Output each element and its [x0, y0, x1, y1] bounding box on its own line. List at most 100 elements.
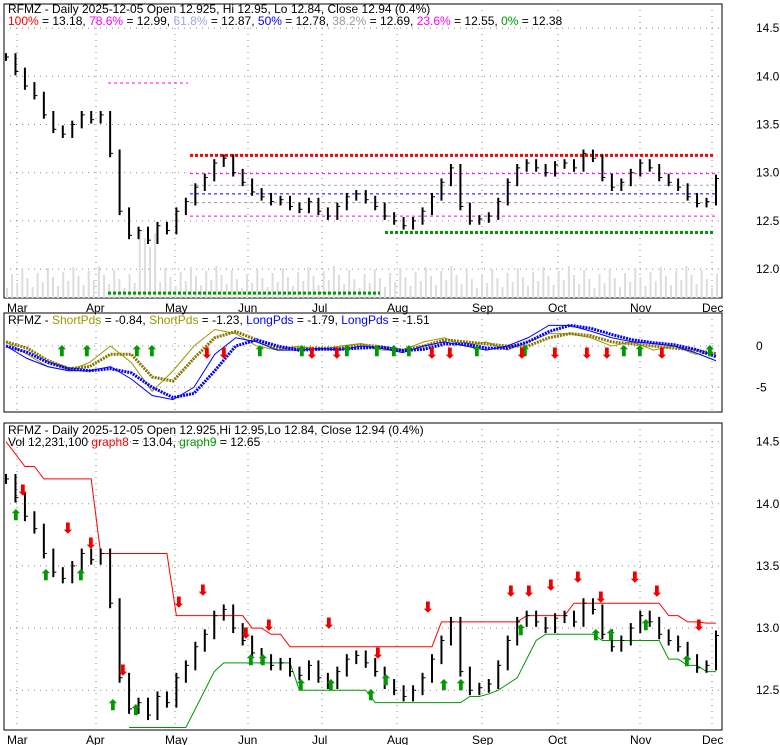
volume-bar [567, 266, 570, 298]
sell-arrow-icon: ⬇ [17, 482, 29, 498]
volume-bar [286, 277, 289, 298]
fib-legend-label: 23.6% [417, 14, 454, 28]
volume-bar [51, 277, 54, 298]
volume-bar [108, 284, 111, 298]
buy-arrow-icon: ⬆ [618, 343, 630, 359]
buy-arrow-icon: ⬆ [130, 702, 142, 718]
volume-bar [700, 270, 703, 298]
x-tick-label: Oct [548, 733, 567, 745]
legend-value: = -0.84, [105, 313, 149, 327]
y-tick-label: 12.0 [756, 262, 780, 276]
volume-bar [516, 268, 519, 298]
volume-bar [547, 276, 550, 298]
sell-arrow-icon: ⬇ [117, 662, 129, 678]
fib-legend: 100% = 13.18, 78.6% = 12.99, 61.8% = 12.… [8, 14, 562, 28]
volume-bar [685, 266, 688, 298]
volume-bar [460, 284, 463, 298]
volume-bar [149, 247, 152, 298]
legend-value: = -1.79, [297, 313, 341, 327]
volume-bar [527, 286, 530, 298]
volume-bar [537, 281, 540, 298]
y-tick-label: 13.0 [756, 166, 780, 180]
volume-bar [57, 286, 60, 298]
fib-legend-label: 100% [8, 14, 42, 28]
volume-bar [572, 275, 575, 298]
volume-bar [230, 270, 233, 298]
legend-label: graph9 [179, 435, 220, 449]
sell-arrow-icon: ⬇ [240, 625, 252, 641]
legend-value: = 12.65 [220, 435, 261, 449]
buy-arrow-icon: ⬆ [75, 567, 87, 583]
volume-bar [654, 281, 657, 298]
volume-bar [501, 287, 504, 298]
fib-legend-value: = 12.55, [454, 14, 501, 28]
volume-bar [521, 277, 524, 298]
x-tick-label: Nov [630, 301, 651, 315]
sell-arrow-icon: ⬇ [201, 345, 213, 361]
sell-arrow-icon: ⬇ [173, 594, 185, 610]
x-tick-label: Jul [312, 733, 327, 745]
y-tick-label: 14.0 [756, 69, 780, 83]
volume-bar [16, 283, 19, 298]
volume-bar [486, 283, 489, 298]
sell-arrow-icon: ⬇ [197, 582, 209, 598]
x-tick-label: Mar [7, 733, 28, 745]
volume-bar [552, 285, 555, 298]
volume-bar [629, 282, 632, 298]
fib-legend-label: 78.6% [89, 14, 126, 28]
volume-bar [143, 238, 146, 298]
volume-bar [327, 280, 330, 298]
y-tick-label: 13.5 [756, 559, 780, 573]
buy-arrow-icon: ⬆ [254, 343, 266, 359]
volume-bar [429, 276, 432, 298]
volume-bar [624, 273, 627, 298]
volume-bar [251, 283, 254, 298]
volume-bar [353, 279, 356, 298]
panel2-legend: RFMZ - ShortPds = -0.84, ShortPds = -1.2… [8, 313, 430, 327]
panel-frame-1 [3, 312, 723, 413]
buy-arrow-icon: ⬆ [380, 672, 392, 688]
legend-value: = -1.51 [392, 313, 430, 327]
volume-bar [659, 267, 662, 298]
y-tick-label: -5 [756, 380, 767, 394]
volume-bar [404, 277, 407, 298]
x-tick-label: May [165, 733, 188, 745]
x-tick-label: Sep [472, 733, 494, 745]
volume-bar [445, 280, 448, 298]
volume-bar [210, 280, 213, 298]
sell-arrow-icon: ⬇ [651, 583, 663, 599]
fib-legend-label: 50% [258, 14, 285, 28]
sell-arrow-icon: ⬇ [629, 569, 641, 585]
x-tick-label: Dec [702, 301, 723, 315]
volume-bar [394, 282, 397, 298]
sell-arrow-icon: ⬇ [549, 345, 561, 361]
legend-label: graph8 [91, 435, 132, 449]
volume-bar [92, 280, 95, 298]
buy-arrow-icon: ⬆ [704, 343, 716, 359]
sell-arrow-icon: ⬇ [62, 520, 74, 536]
sell-arrow-icon: ⬇ [422, 599, 434, 615]
buy-arrow-icon: ⬆ [640, 617, 652, 633]
volume-bar [613, 278, 616, 298]
fib-legend-label: 61.8% [173, 14, 210, 28]
y-tick-label: 13.0 [756, 621, 780, 635]
x-tick-label: Jun [238, 733, 257, 745]
volume-bar [634, 268, 637, 298]
volume-bar [455, 275, 458, 298]
volume-bar [154, 233, 157, 298]
chart-canvas: 14.5 14.0 13.5 13.0 12.5 12.0 0 -5 14.5 14.0 13.5 1… [3, 2, 780, 745]
volume-bar [276, 282, 279, 298]
sell-arrow-icon: ⬇ [595, 589, 607, 605]
fib-legend-value: = 12.78, [285, 14, 332, 28]
sell-arrow-icon: ⬇ [545, 577, 557, 593]
volume-bar [664, 276, 667, 298]
volume-bar [184, 281, 187, 298]
volume-bar [409, 286, 412, 298]
buy-arrow-icon: ⬆ [590, 627, 602, 643]
volume-bar [200, 285, 203, 298]
buy-arrow-icon: ⬆ [10, 507, 22, 523]
buy-arrow-icon: ⬆ [605, 627, 617, 643]
volume-bar [440, 271, 443, 298]
legend-label: LongPds [246, 313, 297, 327]
sell-arrow-icon: ⬇ [601, 345, 613, 361]
